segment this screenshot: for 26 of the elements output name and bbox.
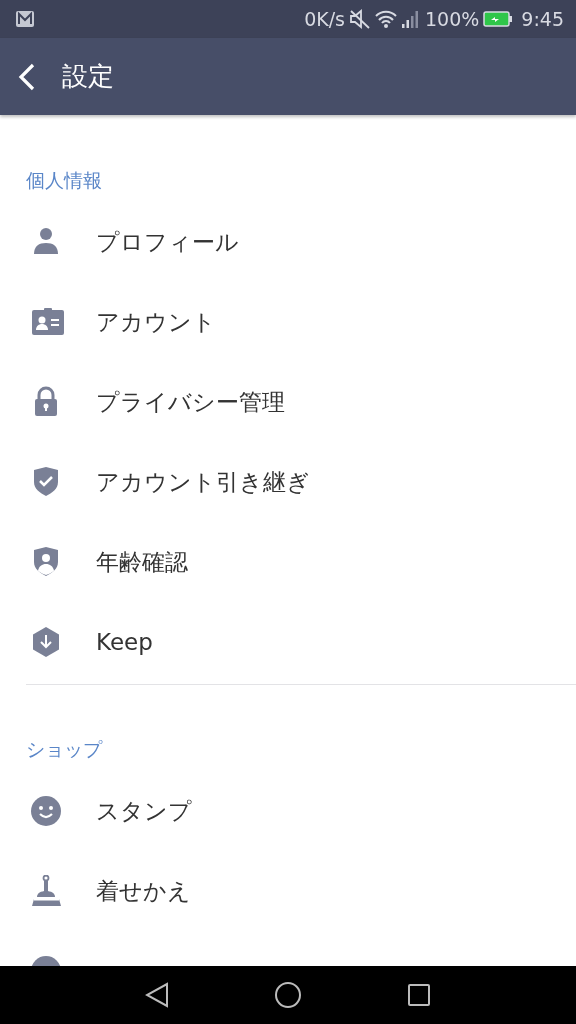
battery-icon [483,11,514,27]
back-triangle-icon [145,982,169,1008]
settings-item[interactable]: プライバシー管理 [0,362,576,442]
clock: 9:45 [521,6,564,32]
mute-icon [349,9,371,29]
settings-item[interactable]: Keep [0,602,576,682]
settings-item[interactable]: 着せかえ [0,851,576,931]
network-speed: 0K/s [304,6,345,32]
home-circle-icon [274,981,302,1009]
section-header: ショップ [25,737,104,762]
settings-item[interactable]: プロフィール [0,202,576,282]
recents-button[interactable] [407,983,431,1007]
wifi-icon [375,10,397,28]
signal-icon [401,10,421,28]
settings-item[interactable]: アカウント [0,282,576,362]
square-icon [407,983,431,1007]
home-button[interactable] [274,981,302,1009]
settings-item[interactable]: アカウント引き継ぎ [0,442,576,522]
mail-icon [16,11,34,27]
settings-item[interactable]: 年齢確認 [0,522,576,602]
battery-percent: 100% [425,6,480,32]
section-header: 個人情報 [25,168,103,193]
screen-title: 設定 [62,60,114,93]
id-card-icon [31,306,65,338]
back-nav-button[interactable] [145,982,169,1008]
settings-item[interactable]: スタンプ [0,771,576,851]
